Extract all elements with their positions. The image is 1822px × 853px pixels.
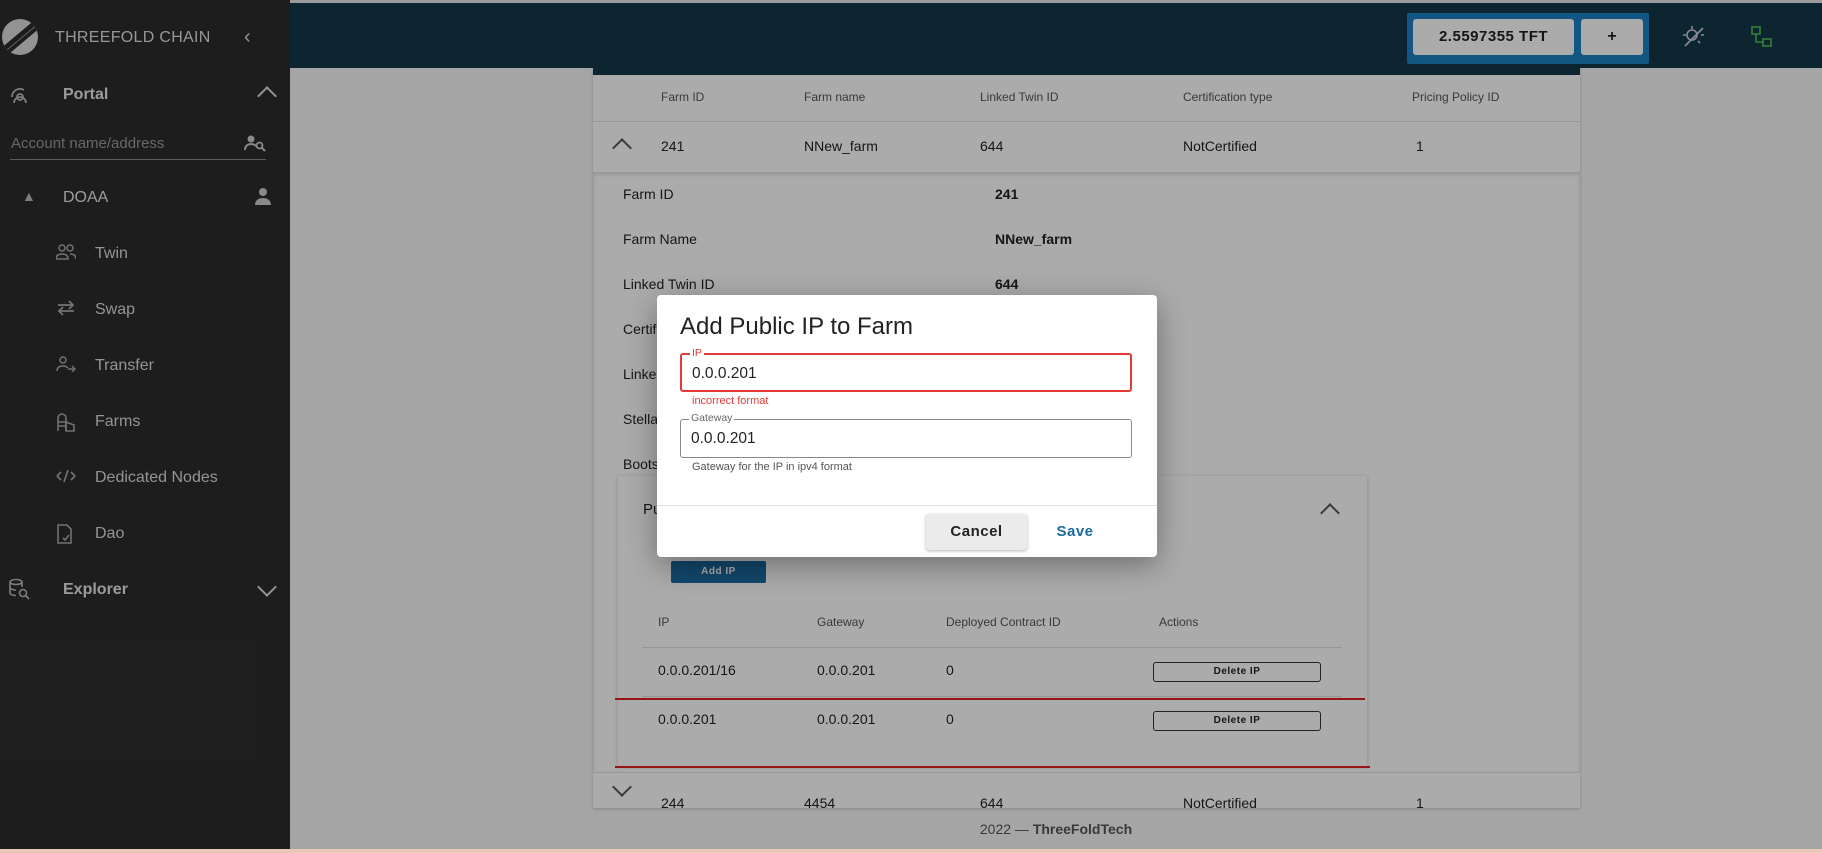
gateway-input-value: 0.0.0.201 [691, 430, 756, 447]
ip-input-label: IP [690, 347, 704, 359]
gateway-input[interactable]: Gateway 0.0.0.201 [680, 412, 1132, 458]
ip-input[interactable]: IP 0.0.0.201 [680, 347, 1132, 392]
save-button[interactable]: Save [1040, 514, 1110, 550]
dialog-title: Add Public IP to Farm [680, 313, 913, 340]
gateway-input-label: Gateway [689, 412, 735, 424]
ip-input-value: 0.0.0.201 [692, 365, 757, 382]
ip-error-message: incorrect format [692, 395, 769, 407]
dialog-divider [657, 505, 1157, 506]
add-public-ip-dialog: Add Public IP to Farm IP 0.0.0.201 incor… [657, 295, 1157, 557]
gateway-hint: Gateway for the IP in ipv4 format [692, 461, 852, 473]
bottom-edge-strip [0, 849, 1822, 853]
cancel-button[interactable]: Cancel [926, 514, 1027, 550]
